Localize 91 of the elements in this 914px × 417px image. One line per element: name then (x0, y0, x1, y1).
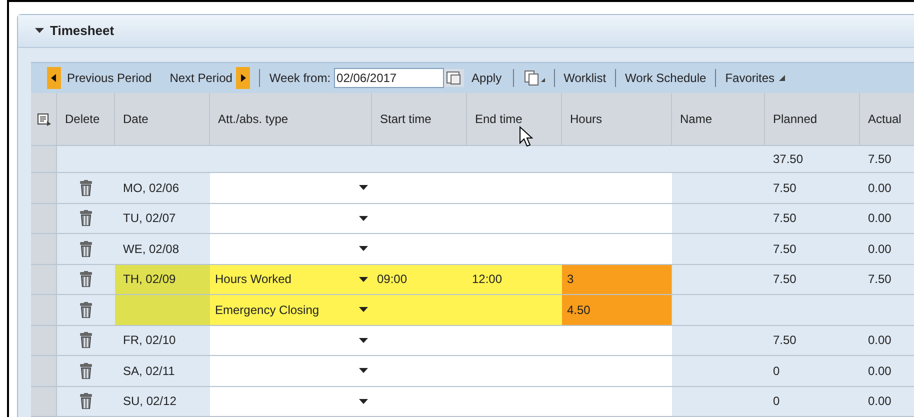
worklist-button[interactable]: Worklist (564, 69, 606, 87)
table-cell-text: 0.00 (867, 332, 892, 350)
mouse-cursor-icon (519, 126, 533, 148)
table-cell-text: 37.50 (772, 151, 804, 168)
column-header[interactable]: Att./abs. type (210, 93, 372, 145)
trash-icon[interactable] (80, 362, 92, 379)
row-selector[interactable] (31, 356, 57, 386)
trash-icon[interactable] (80, 271, 92, 288)
row-selector[interactable] (31, 204, 57, 233)
type-dropdown[interactable] (210, 204, 372, 233)
table-cell-text: 7.50 (772, 210, 798, 228)
date-cell-text: TU, 02/07 (122, 210, 177, 228)
column-header[interactable]: Delete (57, 93, 115, 145)
date-cell-text: SU, 02/12 (122, 393, 178, 410)
hours-field[interactable] (562, 204, 672, 233)
week-from-label: Week from: (269, 70, 331, 87)
start-time-field[interactable]: 09:00 (372, 264, 467, 294)
week-date-field[interactable]: 02/06/2017 (334, 68, 444, 88)
work-schedule-button[interactable]: Work Schedule (625, 69, 706, 87)
row-selector[interactable] (31, 234, 57, 264)
table-cell-text: 0.00 (867, 210, 892, 228)
row-selector[interactable] (31, 146, 57, 172)
row-selector[interactable] (31, 173, 57, 202)
type-dropdown[interactable] (210, 234, 372, 264)
trash-icon[interactable] (80, 210, 92, 226)
column-header[interactable]: Hours (562, 93, 672, 145)
table-cell-text: 0.00 (867, 393, 892, 410)
column-header[interactable]: Date (115, 93, 210, 145)
type-dropdown[interactable]: Emergency Closing (210, 295, 372, 324)
type-dropdown[interactable] (210, 326, 372, 355)
table-cell-text: 7.50 (772, 332, 798, 350)
caret-icon (778, 75, 785, 81)
caret-icon (359, 246, 368, 252)
table-cell-text: 0.00 (867, 240, 892, 258)
date-cell-text: SA, 02/11 (122, 362, 176, 380)
favorites-menu-button[interactable]: Favorites (725, 69, 785, 87)
caret-icon (359, 368, 368, 374)
hours-field[interactable]: 3 (562, 264, 672, 294)
caret-icon (359, 276, 368, 282)
caret-icon (359, 185, 368, 190)
date-cell: TH, 02/09 (115, 264, 210, 294)
row-selector[interactable] (31, 326, 57, 355)
column-settings-icon[interactable] (36, 112, 50, 126)
hours-field[interactable]: 4.50 (562, 295, 672, 324)
column-header[interactable]: Planned (765, 93, 860, 145)
table-cell-text: 7.50 (772, 271, 798, 288)
hours-field[interactable] (562, 386, 672, 416)
row-selector[interactable] (31, 386, 57, 416)
table-cell-text: 0.00 (867, 362, 892, 380)
trash-icon[interactable] (80, 240, 92, 257)
trash-icon[interactable] (80, 180, 92, 196)
table-cell-text: 7.50 (867, 151, 892, 168)
table-cell-text: 0.00 (867, 180, 892, 197)
table-cell-text: 7.50 (772, 240, 798, 258)
copy-menu-button[interactable] (522, 70, 545, 86)
caret-icon (359, 338, 368, 343)
calendar-icon[interactable] (444, 69, 464, 87)
next-period-button[interactable]: Next Period (170, 67, 250, 89)
caret-icon (359, 216, 368, 221)
hours-field[interactable] (562, 234, 672, 264)
type-dropdown[interactable] (210, 356, 372, 386)
hours-field[interactable] (562, 326, 672, 355)
table-cell-text: 0 (772, 393, 781, 410)
column-header[interactable]: Name (672, 93, 765, 145)
caret-icon (359, 307, 368, 312)
type-dropdown[interactable] (210, 173, 372, 202)
date-cell-text: FR, 02/10 (122, 332, 177, 350)
hours-field[interactable] (562, 356, 672, 386)
end-time-field[interactable] (467, 295, 562, 324)
type-dropdown[interactable]: Hours Worked (210, 264, 372, 294)
hours-field[interactable] (562, 173, 672, 202)
trash-icon[interactable] (80, 302, 92, 318)
type-dropdown[interactable] (210, 386, 372, 416)
end-time-field[interactable]: 12:00 (467, 264, 562, 294)
apply-button[interactable]: Apply (470, 69, 504, 87)
caret-icon (359, 398, 368, 404)
trash-icon[interactable] (80, 393, 92, 410)
row-selector[interactable] (31, 264, 57, 294)
caret-icon (34, 28, 44, 34)
row-selector[interactable] (31, 295, 57, 324)
trash-icon[interactable] (80, 332, 92, 348)
column-header[interactable]: Start time (372, 93, 467, 145)
previous-period-button[interactable]: Previous Period (47, 67, 152, 89)
table-cell-text: 0 (772, 362, 781, 380)
panel-title: Timesheet (50, 22, 114, 40)
date-cell-text: WE, 02/08 (122, 240, 180, 258)
table-cell-text: 7.50 (867, 271, 892, 288)
column-header[interactable]: Actual (860, 93, 914, 145)
table-cell-text: 7.50 (772, 180, 798, 197)
date-cell-text: MO, 02/06 (122, 180, 180, 197)
documents-icon (522, 70, 545, 86)
